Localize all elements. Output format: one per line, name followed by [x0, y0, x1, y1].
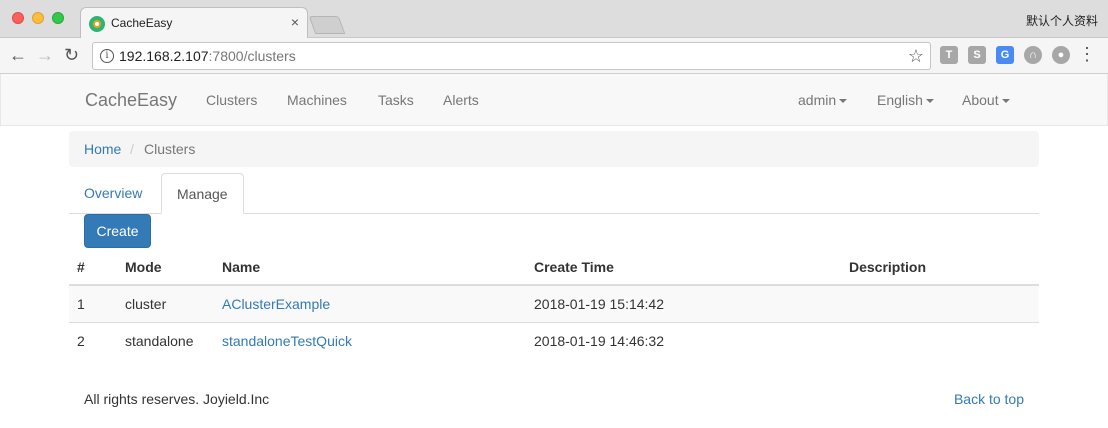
nav-tasks[interactable]: Tasks	[378, 92, 414, 108]
table-row: 2 standalone standaloneTestQuick 2018-01…	[69, 321, 1039, 359]
cell-description	[841, 321, 1039, 359]
nav-alerts[interactable]: Alerts	[443, 92, 479, 108]
header-mode: Mode	[117, 250, 214, 286]
tab-close-icon[interactable]: ×	[291, 14, 299, 30]
cell-create-time: 2018-01-19 15:14:42	[526, 284, 841, 322]
translate-ext-icon[interactable]: G	[996, 46, 1014, 64]
cell-id: 2	[69, 321, 117, 359]
brand-logo[interactable]: CacheEasy	[85, 90, 177, 111]
close-window-button[interactable]	[12, 12, 24, 24]
new-tab-button[interactable]	[308, 16, 346, 34]
url-path: :7800/clusters	[208, 48, 296, 64]
breadcrumb-current: Clusters	[144, 141, 196, 157]
page-tabs: Overview Manage	[69, 173, 1039, 214]
header-create-time: Create Time	[526, 250, 841, 286]
browser-menu-icon[interactable]: ⋮	[1078, 44, 1096, 64]
shield-ext-icon[interactable]: S	[968, 46, 986, 64]
back-arrow-icon[interactable]: ←	[9, 45, 27, 65]
table-row: 1 cluster AClusterExample 2018-01-19 15:…	[69, 284, 1039, 322]
clusters-table: # Mode Name Create Time Description 1 cl…	[69, 250, 1039, 359]
back-to-top-link[interactable]: Back to top	[954, 391, 1024, 407]
admin-label: admin	[798, 92, 837, 108]
header-id: #	[69, 250, 117, 286]
breadcrumb-separator: /	[130, 141, 134, 157]
tab-overview[interactable]: Overview	[69, 173, 157, 214]
profile-name[interactable]: 默认个人资料	[1026, 12, 1098, 29]
window-titlebar: CacheEasy × 默认个人资料	[0, 0, 1108, 39]
cell-id: 1	[69, 284, 117, 322]
breadcrumb: Home / Clusters	[69, 131, 1039, 167]
cluster-name-link[interactable]: standaloneTestQuick	[222, 333, 352, 349]
info-icon[interactable]: i	[100, 49, 114, 63]
caret-down-icon	[1001, 99, 1010, 104]
cell-description	[841, 284, 1039, 322]
browser-toolbar: ← → ↻ i 192.168.2.107:7800/clusters ☆ T …	[0, 38, 1108, 74]
header-name: Name	[214, 250, 526, 286]
cell-create-time: 2018-01-19 14:46:32	[526, 321, 841, 359]
table-header-row: # Mode Name Create Time Description	[69, 250, 1039, 286]
minimize-window-button[interactable]	[32, 12, 44, 24]
footer-copyright: All rights reserves. Joyield.Inc	[84, 391, 270, 407]
breadcrumb-home-link[interactable]: Home	[84, 141, 121, 157]
text-ext-icon[interactable]: T	[940, 46, 958, 64]
caret-down-icon	[925, 99, 934, 104]
language-dropdown[interactable]: English	[877, 92, 934, 108]
cell-mode: standalone	[117, 321, 214, 359]
url-host: 192.168.2.107	[119, 48, 209, 64]
browser-tab-title: CacheEasy	[111, 16, 173, 30]
header-description: Description	[841, 250, 1039, 286]
nav-machines[interactable]: Machines	[287, 92, 347, 108]
cell-mode: cluster	[117, 284, 214, 322]
cluster-name-link[interactable]: AClusterExample	[222, 296, 330, 312]
forward-arrow-icon[interactable]: →	[36, 45, 54, 65]
nav-clusters[interactable]: Clusters	[206, 92, 257, 108]
cell-name: standaloneTestQuick	[214, 321, 526, 359]
maximize-window-button[interactable]	[52, 12, 64, 24]
ghost-ext-icon[interactable]: ∩	[1024, 46, 1042, 64]
language-label: English	[877, 92, 923, 108]
extension-icons: T S G ∩ ●	[940, 46, 1070, 64]
reload-icon[interactable]: ↻	[64, 45, 79, 65]
favicon-icon	[89, 16, 105, 32]
bookmark-star-icon[interactable]: ☆	[908, 46, 924, 67]
browser-tab[interactable]: CacheEasy ×	[80, 7, 308, 39]
create-button[interactable]: Create	[84, 214, 151, 248]
app-navbar: CacheEasy Clusters Machines Tasks Alerts…	[0, 74, 1108, 126]
globe-ext-icon[interactable]: ●	[1052, 46, 1070, 64]
admin-dropdown[interactable]: admin	[798, 92, 848, 108]
about-label: About	[962, 92, 999, 108]
address-bar[interactable]: i 192.168.2.107:7800/clusters ☆	[92, 42, 931, 70]
tab-manage[interactable]: Manage	[161, 173, 244, 214]
url-text[interactable]: 192.168.2.107:7800/clusters	[119, 48, 296, 64]
cell-name: AClusterExample	[214, 284, 526, 322]
caret-down-icon	[839, 99, 848, 104]
about-dropdown[interactable]: About	[962, 92, 1010, 108]
